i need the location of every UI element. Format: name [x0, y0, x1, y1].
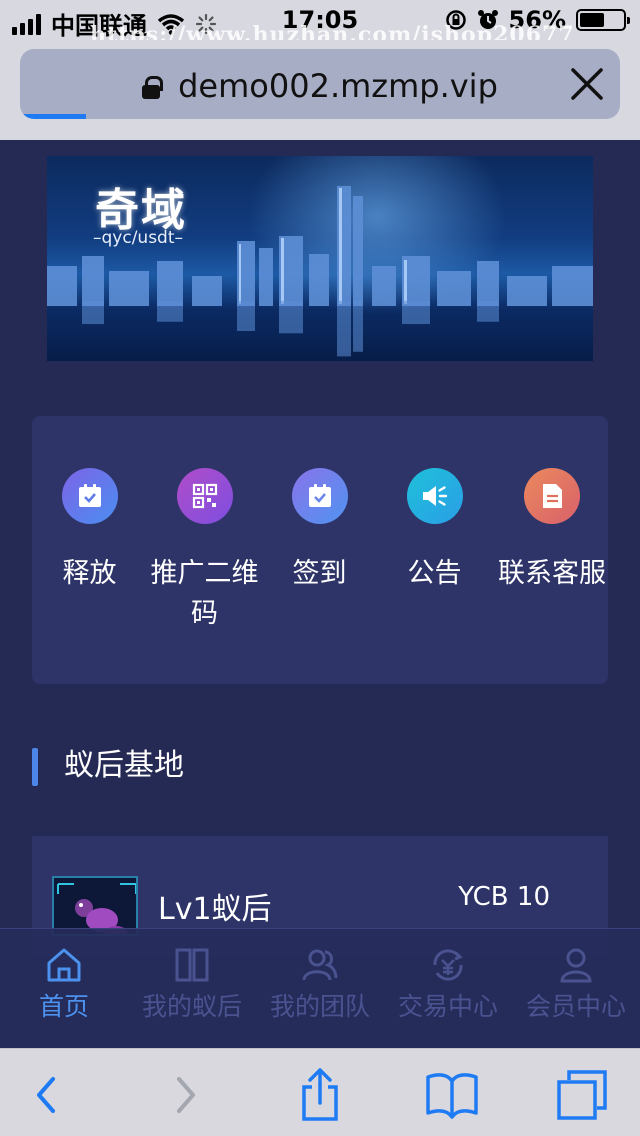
support-icon-circle [524, 468, 580, 524]
forward-button[interactable] [156, 1065, 216, 1125]
tab-member[interactable]: 会员中心 [512, 947, 640, 1023]
menu-item-qrcode[interactable]: 推广二维码 [147, 468, 262, 634]
menu-item-notice[interactable]: 公告 [377, 468, 492, 594]
bookmarks-button[interactable] [422, 1065, 482, 1125]
banner-subtitle: –qyc/usdt– [93, 228, 184, 248]
tab-label-my-queens: 我的蚁后 [141, 992, 242, 1021]
calendar-check-icon [78, 484, 101, 507]
user-icon [560, 948, 592, 983]
city-reflection-image [82, 301, 499, 357]
tab-label-my-team: 我的团队 [269, 992, 370, 1021]
megaphone-icon [422, 486, 447, 506]
section-title: 蚁后基地 [64, 748, 184, 783]
battery-fill [580, 13, 604, 27]
tabs-icon [557, 1070, 607, 1120]
menu-item-support[interactable]: 联系客服 [492, 468, 612, 594]
book-open-icon [426, 1073, 478, 1119]
qrcode-icon-circle [176, 468, 233, 524]
browser-toolbar [0, 1048, 640, 1136]
url-bar[interactable]: demo002.mzmp.vip [20, 49, 620, 119]
checkin-icon-circle [291, 468, 348, 524]
banner-image[interactable]: 奇域 –qyc/usdt– [47, 156, 593, 361]
menu-label-checkin: 签到 [292, 558, 347, 589]
load-progress-bar [20, 114, 86, 119]
menu-label-release: 释放 [62, 558, 117, 589]
battery-icon [576, 9, 630, 31]
calendar-check-icon [308, 484, 331, 507]
product-price: YCB 10 [458, 882, 550, 912]
tab-my-queens[interactable]: 我的蚁后 [128, 947, 256, 1023]
status-bar: 中国联通 17:05 56% https://www.huzhan.com/is… [0, 0, 640, 48]
qrcode-icon [192, 483, 217, 509]
exchange-icon [433, 949, 463, 981]
tab-exchange[interactable]: 交易中心 [384, 947, 512, 1023]
tab-my-team[interactable]: 我的团队 [256, 947, 384, 1023]
menu-label-support: 联系客服 [498, 558, 606, 589]
tab-bar: 首页 我的蚁后 我的团队 交易中心 会员中心 [0, 928, 640, 1048]
document-icon [543, 484, 562, 508]
quick-menu-card: 释放 推广二维码 签到 公告 联系客服 [32, 416, 608, 684]
orientation-lock-icon [445, 10, 466, 30]
url-text: demo002.mzmp.vip [178, 67, 498, 105]
tabs-button[interactable] [552, 1065, 612, 1125]
team-icon [302, 949, 338, 981]
chevron-right-icon [177, 1077, 195, 1113]
alarm-icon [477, 10, 498, 29]
back-button[interactable] [16, 1065, 76, 1125]
lock-icon [142, 76, 164, 99]
tab-home[interactable]: 首页 [0, 947, 128, 1023]
release-icon-circle [61, 468, 118, 524]
home-icon [47, 948, 81, 982]
browser-url-area: demo002.mzmp.vip [0, 40, 640, 140]
close-icon[interactable] [568, 65, 606, 103]
chevron-left-icon [37, 1077, 55, 1113]
menu-item-checkin[interactable]: 签到 [262, 468, 377, 594]
product-name: Lv1蚁后 [158, 892, 272, 927]
menu-label-notice: 公告 [407, 558, 462, 589]
share-button[interactable] [290, 1065, 350, 1125]
product-thumbnail [52, 876, 138, 936]
tab-label-home: 首页 [38, 992, 89, 1021]
url-display[interactable]: demo002.mzmp.vip [20, 67, 620, 105]
menu-item-release[interactable]: 释放 [32, 468, 147, 594]
battery-percent: 56% [508, 6, 566, 34]
tab-label-member: 会员中心 [525, 992, 626, 1021]
menu-label-qrcode: 推广二维码 [150, 558, 259, 629]
share-icon [302, 1068, 338, 1121]
tab-label-exchange: 交易中心 [397, 992, 498, 1021]
status-right: 56% [445, 6, 630, 34]
section-accent-bar [32, 748, 38, 786]
notice-icon-circle [406, 468, 463, 524]
book-icon [175, 948, 209, 982]
